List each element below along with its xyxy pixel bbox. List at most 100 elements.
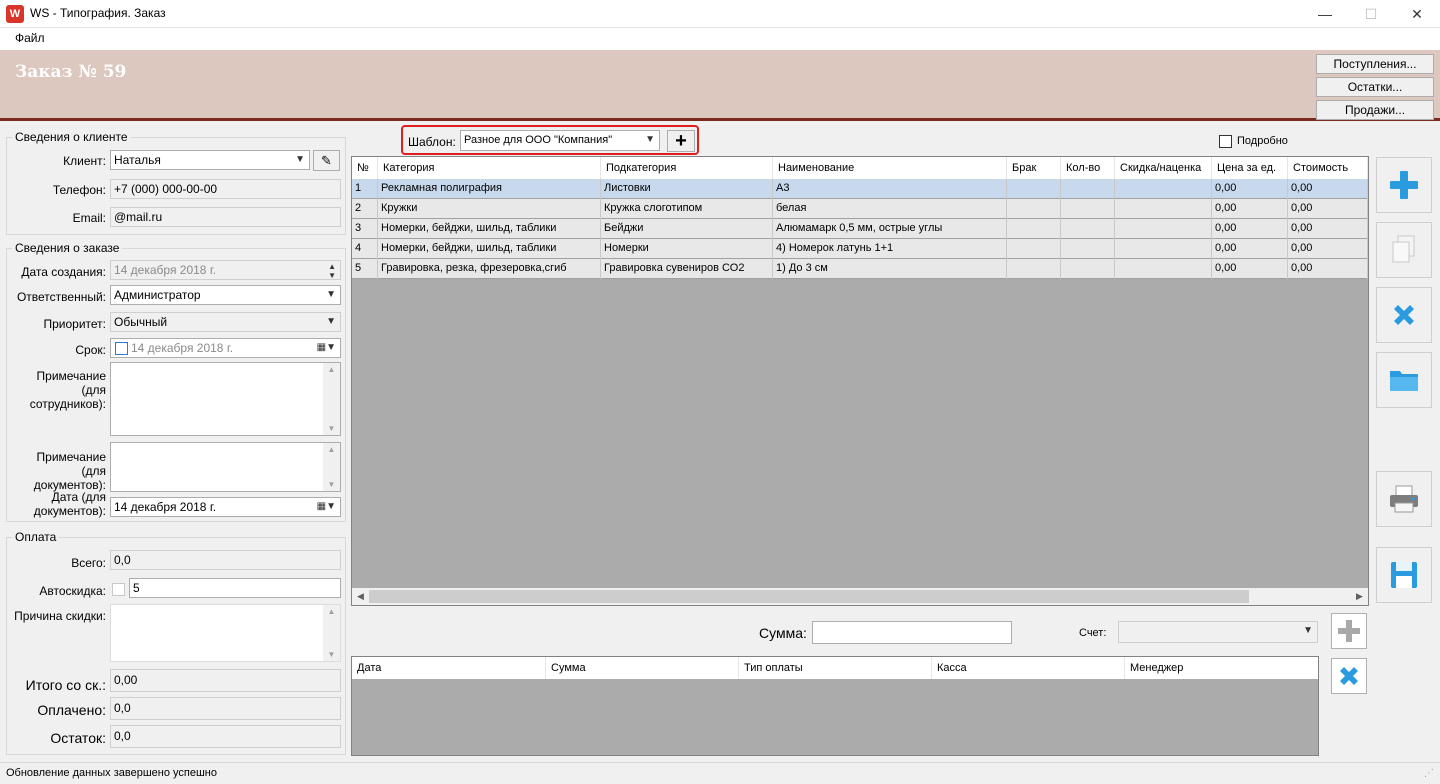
table-row[interactable]: 5 Гравировка, резка, фрезеровка,сгиб Гра… xyxy=(352,259,1368,279)
priority-label: Приоритет: xyxy=(43,317,106,331)
pencil-icon: ✎ xyxy=(321,153,332,168)
created-date-field[interactable]: 14 декабря 2018 г. ▲ ▼ xyxy=(110,260,341,280)
cell: Алюмамарк 0,5 мм, острые углы xyxy=(773,219,1007,239)
deadline-checkbox[interactable] xyxy=(115,342,128,355)
phone-field[interactable]: +7 (000) 000-00-00 xyxy=(110,179,341,199)
column-header[interactable]: Сумма xyxy=(546,657,739,679)
paid-field[interactable]: 0,0 xyxy=(110,697,341,720)
scroll-left-icon[interactable]: ◀ xyxy=(352,588,369,605)
column-header[interactable]: Цена за ед. xyxy=(1212,157,1288,179)
payments-table[interactable]: Дата Сумма Тип оплаты Касса Менеджер xyxy=(351,656,1319,756)
menu-bar xyxy=(0,28,1440,50)
items-horizontal-scrollbar[interactable]: ◀ ▶ xyxy=(352,588,1368,605)
edit-client-button[interactable]: ✎ xyxy=(313,150,340,171)
copy-item-button[interactable] xyxy=(1376,222,1432,278)
template-combo[interactable]: Разное для ООО "Компания" ▼ xyxy=(460,130,660,151)
payments-table-header: Дата Сумма Тип оплаты Касса Менеджер xyxy=(352,657,1318,679)
delete-payment-button[interactable] xyxy=(1331,658,1367,694)
remaining-field[interactable]: 0,0 xyxy=(110,725,341,748)
column-header[interactable]: Кол-во xyxy=(1061,157,1115,179)
total-label: Всего: xyxy=(71,556,106,570)
account-label: Счет: xyxy=(1079,627,1107,639)
menu-file[interactable]: Файл xyxy=(15,31,45,45)
save-button[interactable] xyxy=(1376,547,1432,603)
email-field[interactable]: @mail.ru xyxy=(110,207,341,227)
note-docs-scrollbar[interactable]: ▲ ▼ xyxy=(323,443,340,491)
cell xyxy=(1007,179,1061,199)
cell: Кружка слоготипом xyxy=(601,199,773,219)
cell: 0,00 xyxy=(1288,219,1368,239)
doc-date-label: Дата (для документов): xyxy=(33,490,106,518)
resize-grip-icon[interactable]: ⋰ xyxy=(1424,768,1434,779)
cell: Номерки, бейджи, шильд, таблики xyxy=(378,219,601,239)
maximize-button[interactable]: ☐ xyxy=(1348,0,1394,28)
table-row[interactable]: 2 Кружки Кружка слоготипом белая 0,00 0,… xyxy=(352,199,1368,219)
spin-icon: ▲ ▼ xyxy=(328,262,336,280)
column-header[interactable]: Наименование xyxy=(773,157,1007,179)
note-staff-scrollbar[interactable]: ▲ ▼ xyxy=(323,363,340,435)
add-template-button[interactable]: + xyxy=(667,130,695,152)
cell xyxy=(1061,179,1115,199)
cell: Номерки xyxy=(601,239,773,259)
total-field[interactable]: 0,0 xyxy=(110,550,341,570)
autodiscount-field[interactable]: 5 xyxy=(129,578,341,598)
table-row[interactable]: 4 Номерки, бейджи, шильд, таблики Номерк… xyxy=(352,239,1368,259)
note-staff-textarea[interactable]: ▲ ▼ xyxy=(110,362,341,436)
scroll-thumb[interactable] xyxy=(369,590,1249,603)
table-row[interactable]: 3 Номерки, бейджи, шильд, таблики Бейджи… xyxy=(352,219,1368,239)
deadline-field[interactable]: 14 декабря 2018 г. ▦▼ xyxy=(110,338,341,358)
column-header[interactable]: Дата xyxy=(352,657,546,679)
autodiscount-checkbox[interactable] xyxy=(112,583,125,596)
sales-button[interactable]: Продажи... xyxy=(1316,100,1434,120)
close-button[interactable]: ✕ xyxy=(1394,0,1440,28)
total-discounted-field[interactable]: 0,00 xyxy=(110,669,341,692)
cell: 0,00 xyxy=(1212,199,1288,219)
column-header[interactable]: Категория xyxy=(378,157,601,179)
items-table-header: № Категория Подкатегория Наименование Бр… xyxy=(352,157,1368,179)
responsible-combo[interactable]: Администратор ▼ xyxy=(110,285,341,305)
scroll-right-icon[interactable]: ▶ xyxy=(1351,588,1368,605)
cell xyxy=(1061,199,1115,219)
print-button[interactable] xyxy=(1376,471,1432,527)
column-header[interactable]: № xyxy=(352,157,378,179)
open-folder-button[interactable] xyxy=(1376,352,1432,408)
items-table[interactable]: № Категория Подкатегория Наименование Бр… xyxy=(351,156,1369,606)
total-discounted-label: Итого со ск.: xyxy=(25,677,106,693)
doc-date-value: 14 декабря 2018 г. xyxy=(114,500,217,514)
cell: Листовки xyxy=(601,179,773,199)
table-row[interactable]: 1 Рекламная полиграфия Листовки А3 0,00 … xyxy=(352,179,1368,199)
add-payment-button[interactable] xyxy=(1331,613,1367,649)
column-header[interactable]: Тип оплаты xyxy=(739,657,932,679)
column-header[interactable]: Брак xyxy=(1007,157,1061,179)
add-item-button[interactable] xyxy=(1376,157,1432,213)
sum-field[interactable] xyxy=(812,621,1012,644)
delete-item-button[interactable] xyxy=(1376,287,1432,343)
cell xyxy=(1115,179,1212,199)
column-header[interactable]: Стоимость xyxy=(1288,157,1368,179)
paid-label: Оплачено: xyxy=(37,702,106,718)
cell: 1 xyxy=(352,179,378,199)
cell: 1) До 3 см xyxy=(773,259,1007,279)
chevron-down-icon: ▼ xyxy=(645,134,655,145)
plus-icon: + xyxy=(675,130,687,152)
priority-combo[interactable]: Обычный ▼ xyxy=(110,312,341,332)
detailed-checkbox[interactable] xyxy=(1219,135,1232,148)
status-text: Обновление данных завершено успешно xyxy=(6,767,217,779)
email-label: Email: xyxy=(72,211,106,225)
discount-reason-textarea[interactable]: ▲ ▼ xyxy=(110,604,341,662)
receipts-button[interactable]: Поступления... xyxy=(1316,54,1434,74)
column-header[interactable]: Менеджер xyxy=(1125,657,1318,679)
delete-icon xyxy=(1394,305,1414,325)
client-combo[interactable]: Наталья ▼ xyxy=(110,150,310,170)
minimize-button[interactable]: — xyxy=(1302,0,1348,28)
note-docs-textarea[interactable]: ▲ ▼ xyxy=(110,442,341,492)
account-combo[interactable]: ▼ xyxy=(1118,621,1318,643)
discount-reason-scrollbar[interactable]: ▲ ▼ xyxy=(323,605,340,661)
doc-date-field[interactable]: 14 декабря 2018 г. ▦▼ xyxy=(110,497,341,517)
cell xyxy=(1061,239,1115,259)
column-header[interactable]: Касса xyxy=(932,657,1125,679)
cell: 0,00 xyxy=(1212,179,1288,199)
stock-button[interactable]: Остатки... xyxy=(1316,77,1434,97)
column-header[interactable]: Скидка/наценка xyxy=(1115,157,1212,179)
column-header[interactable]: Подкатегория xyxy=(601,157,773,179)
